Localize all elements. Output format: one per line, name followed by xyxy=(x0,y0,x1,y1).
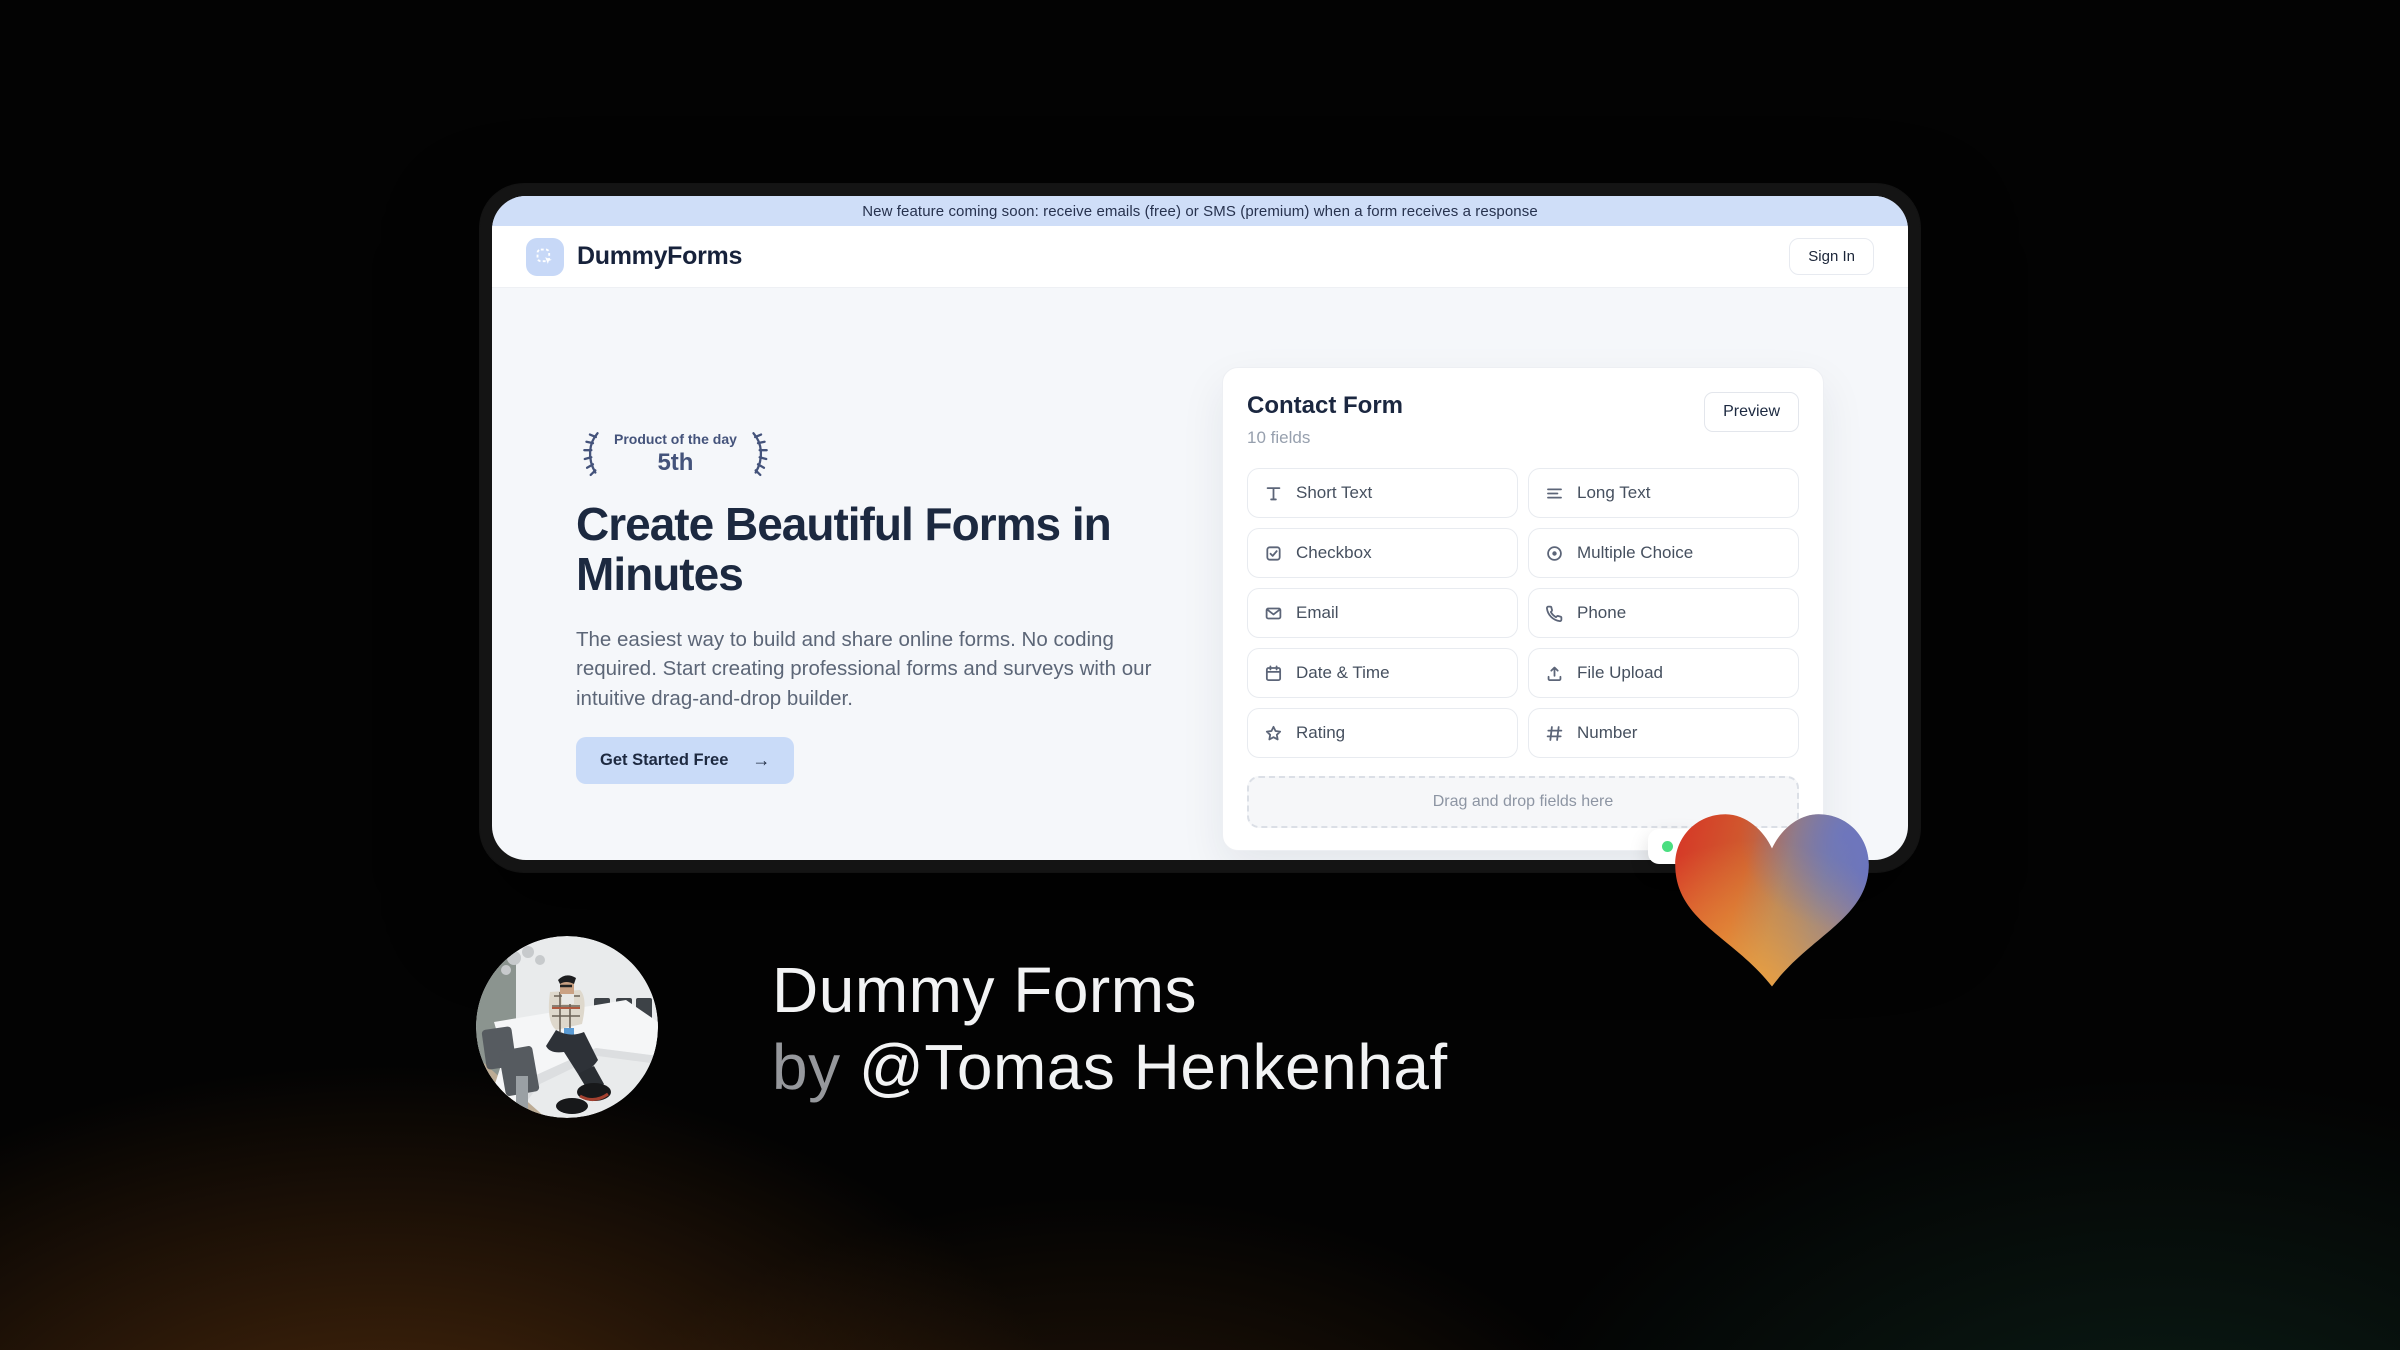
form-field-count: 10 fields xyxy=(1247,428,1311,447)
field-button-email[interactable]: Email xyxy=(1247,588,1518,638)
badge-text: Product of the day 5th xyxy=(614,431,737,477)
phone-icon xyxy=(1545,604,1564,623)
field-label: Number xyxy=(1577,723,1638,742)
laurel-right-icon xyxy=(745,430,775,478)
field-label: Phone xyxy=(1577,603,1627,622)
align-left-icon xyxy=(1545,484,1564,503)
field-label: Short Text xyxy=(1296,483,1373,502)
field-button-phone[interactable]: Phone xyxy=(1528,588,1799,638)
field-button-long-text[interactable]: Long Text xyxy=(1528,468,1799,518)
announcement-banner: New feature coming soon: receive emails … xyxy=(492,196,1908,226)
circle-dot-icon xyxy=(1545,544,1564,563)
form-builder-card: Contact Form 10 fields Preview Short Tex… xyxy=(1222,367,1824,851)
preview-button[interactable]: Preview xyxy=(1704,392,1799,432)
heart-icon xyxy=(1674,810,1870,995)
type-icon xyxy=(1264,484,1283,503)
sign-in-button[interactable]: Sign In xyxy=(1789,238,1874,275)
hash-icon xyxy=(1545,724,1564,743)
announcement-text: New feature coming soon: receive emails … xyxy=(862,202,1538,220)
author-photo xyxy=(476,936,658,1118)
dropzone-text: Drag and drop fields here xyxy=(1432,793,1614,810)
form-title: Contact Form xyxy=(1247,392,1403,419)
field-label: Multiple Choice xyxy=(1577,543,1694,562)
hero-description: The easiest way to build and share onlin… xyxy=(576,628,1152,710)
field-label: Date & Time xyxy=(1296,663,1390,682)
promo-canvas: New feature coming soon: receive emails … xyxy=(0,0,2400,1350)
calendar-icon xyxy=(1264,664,1283,683)
credit-author-handle: @Tomas Henkenhaf xyxy=(858,1030,1448,1103)
app-viewport: New feature coming soon: receive emails … xyxy=(492,196,1908,860)
product-of-the-day-badge: Product of the day 5th xyxy=(576,430,768,478)
status-dot-icon xyxy=(1662,841,1673,852)
mail-icon xyxy=(1264,604,1283,623)
field-label: Email xyxy=(1296,603,1339,622)
badge-rank: 5th xyxy=(657,449,694,476)
hero-section: Product of the day 5th Create Beautiful … xyxy=(492,288,1908,860)
star-icon xyxy=(1264,724,1283,743)
field-button-number[interactable]: Number xyxy=(1528,708,1799,758)
credit-byline: by @Tomas Henkenhaf xyxy=(772,1029,1448,1106)
get-started-button[interactable]: Get Started Free → xyxy=(576,736,795,784)
app-header: DummyForms Sign In xyxy=(492,226,1908,288)
form-card-titles: Contact Form 10 fields xyxy=(1247,392,1403,448)
checkbox-icon xyxy=(1264,544,1283,563)
field-label: Long Text xyxy=(1577,483,1651,502)
form-card-header: Contact Form 10 fields Preview xyxy=(1247,392,1799,448)
field-button-date-time[interactable]: Date & Time xyxy=(1247,648,1518,698)
field-button-checkbox[interactable]: Checkbox xyxy=(1247,528,1518,578)
hero-title: Create Beautiful Forms in Minutes xyxy=(576,498,1112,600)
arrow-right-icon: → xyxy=(752,749,771,770)
brand-logo[interactable] xyxy=(526,237,564,276)
brand-name: DummyForms xyxy=(577,242,743,270)
field-button-short-text[interactable]: Short Text xyxy=(1247,468,1518,518)
laurel-left-icon xyxy=(576,430,606,478)
field-button-file-upload[interactable]: File Upload xyxy=(1528,648,1799,698)
credit-by-prefix: by xyxy=(772,1030,841,1103)
field-button-multiple-choice[interactable]: Multiple Choice xyxy=(1528,528,1799,578)
field-label: File Upload xyxy=(1577,663,1663,682)
badge-label: Product of the day xyxy=(614,431,737,447)
upload-icon xyxy=(1545,664,1564,683)
cursor-select-icon xyxy=(534,246,556,268)
field-label: Checkbox xyxy=(1296,543,1372,562)
credit-block: Dummy Forms by @Tomas Henkenhaf xyxy=(772,952,1448,1106)
credit-product-name: Dummy Forms xyxy=(772,954,1198,1026)
browser-window: New feature coming soon: receive emails … xyxy=(480,184,1920,872)
field-grid: Short Text Long Text Checkbox Multiple Choi… xyxy=(1247,468,1799,758)
cta-label: Get Started Free xyxy=(600,750,729,769)
hero-copy: Product of the day 5th Create Beautiful … xyxy=(576,430,1156,784)
field-label: Rating xyxy=(1296,723,1346,742)
field-button-rating[interactable]: Rating xyxy=(1247,708,1518,758)
